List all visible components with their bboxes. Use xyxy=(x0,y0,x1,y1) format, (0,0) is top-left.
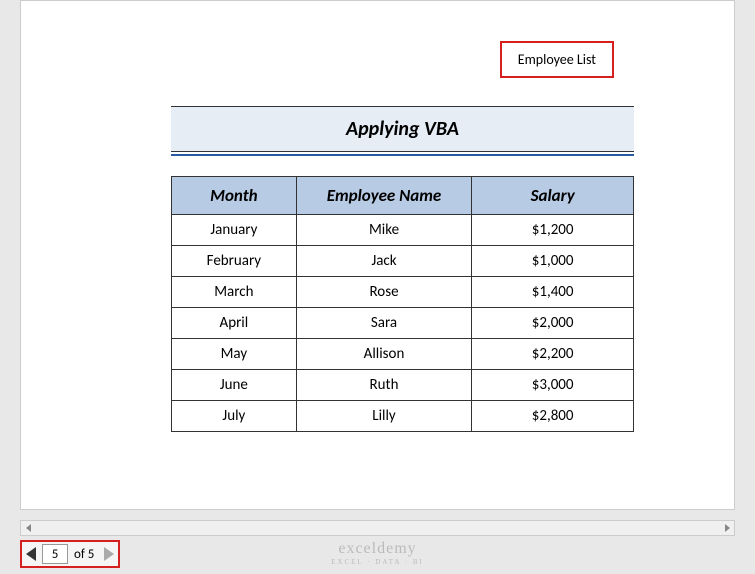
cell-name: Allison xyxy=(296,339,472,370)
watermark-title: exceldemy xyxy=(331,540,424,558)
watermark-subtitle: EXCEL · DATA · BI xyxy=(331,558,424,566)
table-row: July Lilly $2,800 xyxy=(172,401,634,432)
cell-name: Lilly xyxy=(296,401,472,432)
table-row: June Ruth $3,000 xyxy=(172,370,634,401)
cell-name: Rose xyxy=(296,277,472,308)
scroll-left-button[interactable] xyxy=(21,521,35,535)
page-content: Applying VBA Month Employee Name Salary … xyxy=(21,1,734,452)
scroll-right-button[interactable] xyxy=(720,521,734,535)
prev-page-button[interactable] xyxy=(26,547,36,561)
page-number-input[interactable] xyxy=(42,544,68,564)
cell-name: Sara xyxy=(296,308,472,339)
cell-name: Ruth xyxy=(296,370,472,401)
cell-month: May xyxy=(172,339,297,370)
table-row: March Rose $1,400 xyxy=(172,277,634,308)
table-header-row: Month Employee Name Salary xyxy=(172,177,634,215)
cell-name: Jack xyxy=(296,246,472,277)
cell-month: April xyxy=(172,308,297,339)
cell-month: July xyxy=(172,401,297,432)
watermark: exceldemy EXCEL · DATA · BI xyxy=(331,540,424,566)
table-row: May Allison $2,200 xyxy=(172,339,634,370)
page-title: Applying VBA xyxy=(171,106,634,152)
cell-month: June xyxy=(172,370,297,401)
horizontal-scrollbar[interactable] xyxy=(20,520,735,536)
cell-salary: $1,200 xyxy=(472,215,634,246)
print-preview-page: Employee List Applying VBA Month Employe… xyxy=(20,0,735,510)
cell-month: February xyxy=(172,246,297,277)
table-row: January Mike $1,200 xyxy=(172,215,634,246)
header-salary: Salary xyxy=(472,177,634,215)
cell-name: Mike xyxy=(296,215,472,246)
title-underline xyxy=(171,154,634,156)
table-row: April Sara $2,000 xyxy=(172,308,634,339)
chevron-right-icon xyxy=(725,524,730,532)
cell-salary: $2,800 xyxy=(472,401,634,432)
header-month: Month xyxy=(172,177,297,215)
cell-salary: $1,400 xyxy=(472,277,634,308)
cell-salary: $1,000 xyxy=(472,246,634,277)
cell-salary: $3,000 xyxy=(472,370,634,401)
page-navigator: of 5 xyxy=(20,540,120,568)
next-page-button[interactable] xyxy=(104,547,114,561)
cell-month: March xyxy=(172,277,297,308)
header-label-box: Employee List xyxy=(500,41,614,78)
chevron-left-icon xyxy=(26,524,31,532)
cell-month: January xyxy=(172,215,297,246)
cell-salary: $2,000 xyxy=(472,308,634,339)
header-label-text: Employee List xyxy=(518,51,596,68)
page-of-label: of 5 xyxy=(74,547,94,562)
employee-table: Month Employee Name Salary January Mike … xyxy=(171,176,634,432)
cell-salary: $2,200 xyxy=(472,339,634,370)
table-row: February Jack $1,000 xyxy=(172,246,634,277)
header-name: Employee Name xyxy=(296,177,472,215)
